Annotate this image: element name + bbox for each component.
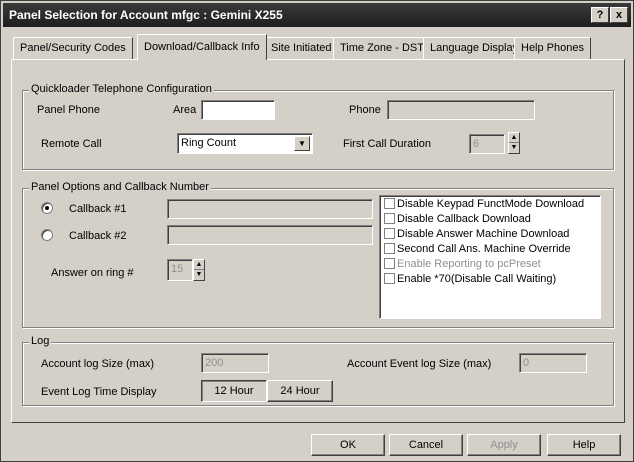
- account-event-log-size-input[interactable]: 0: [519, 353, 587, 373]
- callback1-radio[interactable]: [41, 202, 53, 214]
- remote-call-select[interactable]: Ring Count ▼: [177, 133, 313, 154]
- option-enable-70-disable-call-waiting[interactable]: Enable *70(Disable Call Waiting): [384, 273, 556, 288]
- checkbox-icon: [384, 258, 395, 269]
- option-label: Enable Reporting to pcPreset: [397, 258, 541, 270]
- options-checklist: Disable Keypad FunctMode Download Disabl…: [379, 195, 601, 319]
- tab-help-phones[interactable]: Help Phones: [514, 37, 591, 59]
- callback2-label: Callback #2: [69, 230, 127, 242]
- checkbox-icon[interactable]: [384, 243, 395, 254]
- panel-options-legend: Panel Options and Callback Number: [29, 181, 211, 193]
- hour24-toggle[interactable]: 24 Hour: [267, 380, 333, 402]
- option-disable-answer-machine-download[interactable]: Disable Answer Machine Download: [384, 228, 569, 243]
- callback2-radio[interactable]: [41, 229, 53, 241]
- quickloader-legend: Quickloader Telephone Configuration: [29, 83, 214, 95]
- option-second-call-ans-machine-override[interactable]: Second Call Ans. Machine Override: [384, 243, 571, 258]
- apply-button[interactable]: Apply: [467, 434, 541, 456]
- account-log-size-input[interactable]: 200: [201, 353, 269, 373]
- first-call-duration-spinner[interactable]: ▲ ▼: [508, 132, 520, 154]
- option-label: Disable Keypad FunctMode Download: [397, 198, 585, 210]
- checkbox-icon[interactable]: [384, 228, 395, 239]
- spin-down-icon[interactable]: ▼: [509, 143, 519, 153]
- option-enable-reporting-pcpreset: Enable Reporting to pcPreset: [384, 258, 541, 273]
- account-log-size-label: Account log Size (max): [41, 358, 155, 370]
- tab-content: Quickloader Telephone Configuration Pane…: [11, 59, 625, 423]
- dialog-window: Panel Selection for Account mfgc : Gemin…: [0, 0, 634, 462]
- callback1-label: Callback #1: [69, 203, 127, 215]
- window-title: Panel Selection for Account mfgc : Gemin…: [9, 8, 283, 22]
- tab-download-callback-info[interactable]: Download/Callback Info: [137, 34, 267, 60]
- help-button[interactable]: Help: [547, 434, 621, 456]
- first-call-duration-label: First Call Duration: [343, 138, 432, 150]
- log-group: Log Account log Size (max) 200 Account E…: [22, 335, 614, 406]
- option-label: Disable Callback Download: [397, 213, 531, 225]
- panel-phone-label: Panel Phone: [37, 104, 100, 116]
- log-legend: Log: [29, 335, 52, 347]
- option-label: Enable *70(Disable Call Waiting): [397, 273, 557, 285]
- answer-ring-input[interactable]: 15: [167, 259, 193, 281]
- option-disable-callback-download[interactable]: Disable Callback Download: [384, 213, 531, 228]
- chevron-down-icon[interactable]: ▼: [294, 136, 310, 151]
- area-label: Area: [173, 104, 197, 116]
- account-event-log-size-label: Account Event log Size (max): [347, 358, 492, 370]
- remote-call-value: Ring Count: [181, 137, 237, 149]
- close-icon-button[interactable]: x: [610, 7, 628, 23]
- option-disable-keypad-functmode-download[interactable]: Disable Keypad FunctMode Download: [384, 198, 584, 213]
- event-log-time-label: Event Log Time Display: [41, 386, 157, 398]
- phone-label: Phone: [349, 104, 381, 116]
- tab-site-initiated[interactable]: Site Initiated: [264, 37, 339, 59]
- answer-ring-spinner[interactable]: ▲ ▼: [193, 259, 205, 281]
- title-bar: Panel Selection for Account mfgc : Gemin…: [3, 3, 631, 27]
- callback2-input[interactable]: [167, 225, 373, 245]
- tab-time-zone-dst[interactable]: Time Zone - DST: [333, 37, 431, 59]
- spin-up-icon[interactable]: ▲: [509, 133, 519, 143]
- area-input[interactable]: [201, 100, 275, 120]
- checkbox-icon[interactable]: [384, 198, 395, 209]
- spin-up-icon[interactable]: ▲: [194, 260, 204, 270]
- hour12-toggle[interactable]: 12 Hour: [201, 380, 267, 402]
- cancel-button[interactable]: Cancel: [389, 434, 463, 456]
- panel-options-group: Panel Options and Callback Number Callba…: [22, 181, 614, 328]
- answer-ring-label: Answer on ring #: [51, 267, 134, 279]
- tab-panel-security-codes[interactable]: Panel/Security Codes: [13, 37, 133, 59]
- checkbox-icon[interactable]: [384, 213, 395, 224]
- checkbox-icon[interactable]: [384, 273, 395, 284]
- option-label: Second Call Ans. Machine Override: [397, 243, 571, 255]
- ok-button[interactable]: OK: [311, 434, 385, 456]
- quickloader-group: Quickloader Telephone Configuration Pane…: [22, 83, 614, 170]
- callback1-input[interactable]: [167, 199, 373, 219]
- tab-language-display[interactable]: Language Display: [423, 37, 526, 59]
- help-icon-button[interactable]: ?: [591, 7, 609, 23]
- first-call-duration-input[interactable]: 6: [469, 134, 505, 154]
- phone-input[interactable]: [387, 100, 535, 120]
- option-label: Disable Answer Machine Download: [397, 228, 570, 240]
- remote-call-label: Remote Call: [41, 138, 102, 150]
- spin-down-icon[interactable]: ▼: [194, 270, 204, 280]
